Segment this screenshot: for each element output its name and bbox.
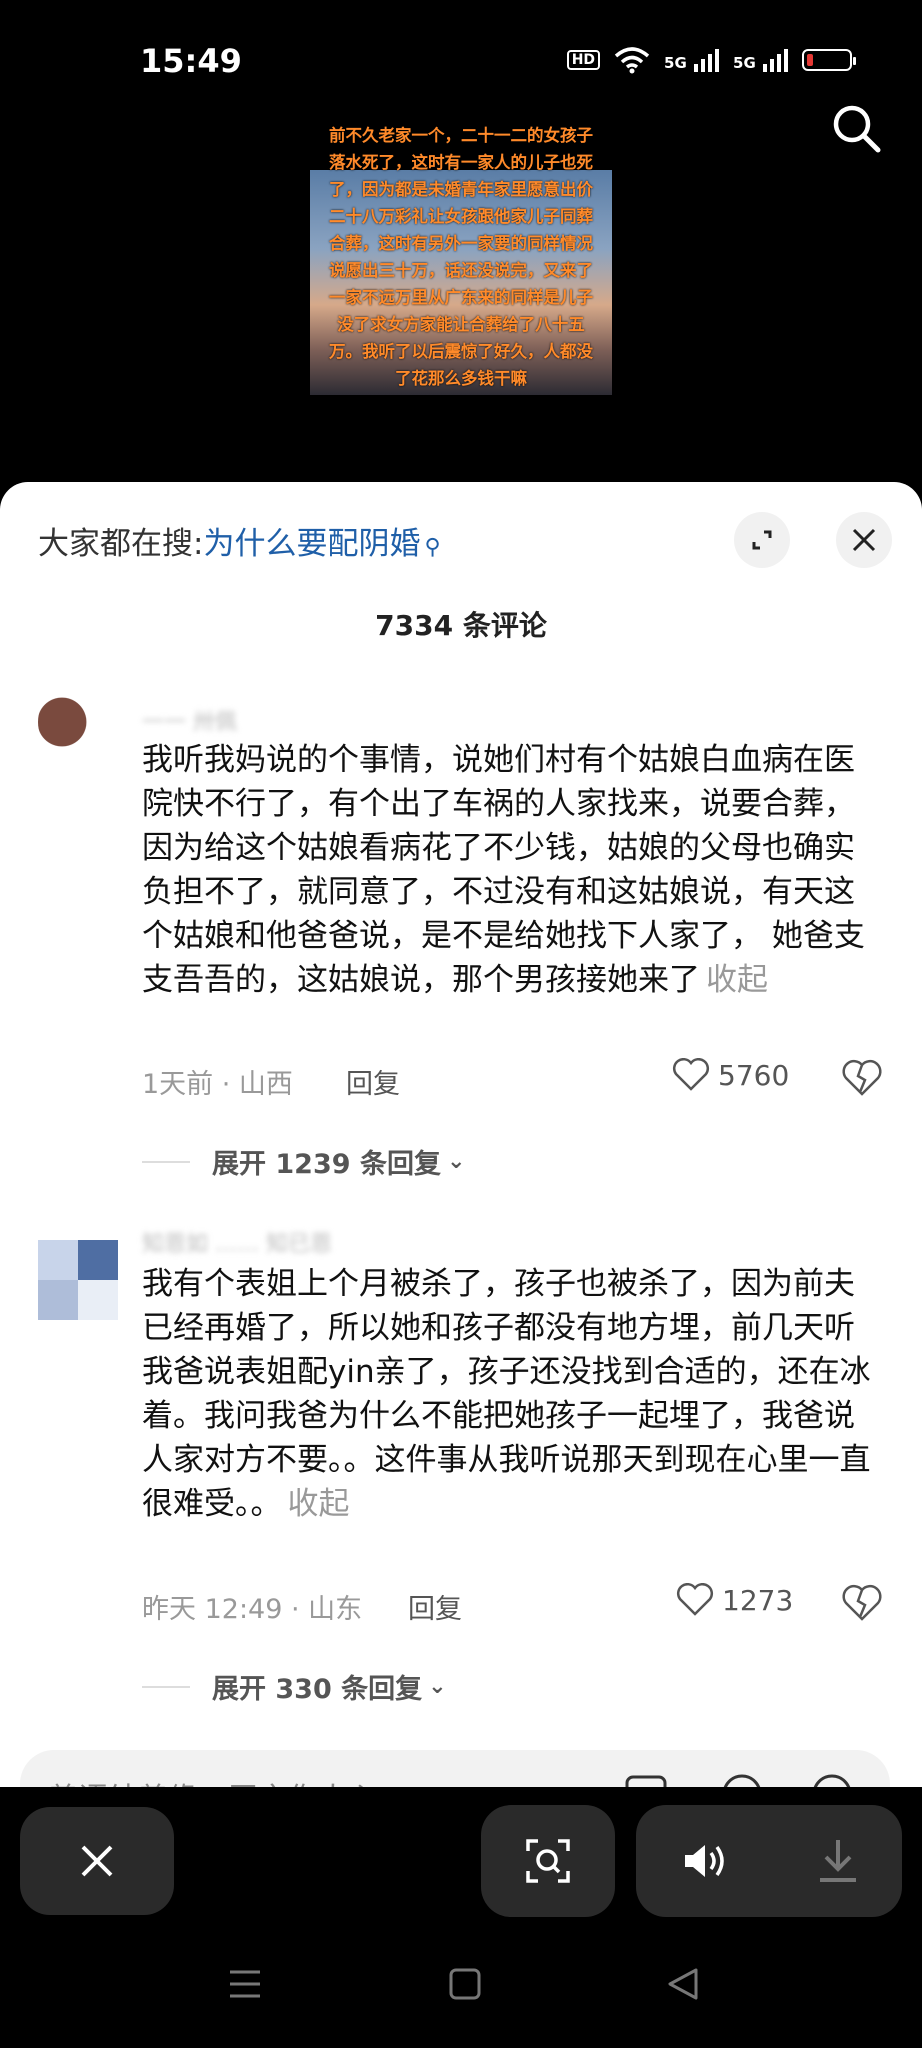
comment-text: 我听我妈说的个事情，说她们村有个姑娘白血病在医院快不行了，有个出了车祸的人家找来… (142, 738, 872, 1002)
scan-search-icon (526, 1839, 570, 1883)
expand-replies-button[interactable]: 展开 330 条回复 ⌄ (142, 1667, 447, 1706)
signal-2-icon: 5G (733, 48, 788, 72)
video-overlay-text: 前不久老家一个，二十一二的女孩子落水死了，这时有一家人的儿子也死了，因为都是未婚… (329, 126, 593, 388)
chevron-down-icon: ⌄ (446, 1149, 466, 1174)
close-icon (852, 528, 876, 552)
comment-body: 我听我妈说的个事情，说她们村有个姑娘白血病在医院快不行了，有个出了车祸的人家找来… (142, 742, 865, 998)
battery-icon (802, 49, 856, 71)
comment-meta: 1天前 · 山西 (142, 1069, 293, 1100)
expand-replies-label: 展开 330 条回复 (212, 1674, 423, 1705)
collapse-link[interactable]: 收起 (288, 1486, 350, 1522)
close-icon (81, 1845, 113, 1877)
close-sheet-button[interactable] (836, 512, 892, 568)
like-count: 1273 (722, 1583, 794, 1617)
hot-search-prefix: 大家都在搜: (38, 526, 204, 562)
wifi-icon (614, 47, 650, 74)
menu-icon[interactable] (228, 1967, 262, 2001)
hd-icon: HD (566, 50, 601, 70)
signal-2-label: 5G (733, 53, 756, 72)
comment-input[interactable]: 善语结善缘，恶言伤人心 (20, 1750, 890, 1787)
media-controls (636, 1805, 902, 1917)
comment-text: 我有个表姐上个月被杀了，孩子也被杀了，因为前夫已经再婚了，所以她和孩子都没有地方… (142, 1262, 872, 1526)
hot-search-query[interactable]: 为什么要配阴婚 (203, 526, 420, 562)
comment-author[interactable]: 一一 卅佩 (142, 704, 237, 736)
reply-button[interactable]: 回复 (346, 1062, 400, 1101)
heart-icon (673, 1058, 709, 1091)
expand-replies-label: 展开 1239 条回复 (212, 1149, 441, 1180)
dislike-icon[interactable] (840, 1056, 884, 1100)
mention-icon[interactable] (720, 1772, 764, 1787)
search-small-icon: ⚲ (424, 535, 441, 560)
search-icon[interactable] (828, 100, 884, 156)
image-search-button[interactable] (481, 1805, 615, 1917)
comment-meta: 昨天 12:49 · 山东 (142, 1594, 363, 1625)
comment-input-placeholder: 善语结善缘，恶言伤人心 (48, 1774, 378, 1787)
system-nav-bar (0, 1927, 922, 2048)
back-icon[interactable] (666, 1967, 700, 2001)
comment-sheet: 大家都在搜:为什么要配阴婚 ⚲ 7334 条评论 一一 卅佩 我听我妈说的个事情，… (0, 482, 922, 1787)
comment-count: 7334 条评论 (375, 609, 547, 642)
expand-replies-button[interactable]: 展开 1239 条回复 ⌄ (142, 1142, 465, 1181)
like-button[interactable]: 5760 (672, 1058, 789, 1092)
heart-icon (677, 1583, 713, 1616)
collapse-link[interactable]: 收起 (706, 962, 768, 998)
signal-1-icon: 5G (664, 48, 720, 72)
action-bar (0, 1787, 922, 1927)
avatar[interactable] (38, 682, 118, 762)
hot-search[interactable]: 大家都在搜:为什么要配阴婚 ⚲ (38, 518, 441, 563)
signal-1-label: 5G (664, 53, 687, 72)
chevron-down-icon: ⌄ (428, 1674, 447, 1699)
expand-icon (752, 530, 772, 550)
avatar[interactable] (38, 1240, 118, 1320)
image-icon[interactable] (624, 1774, 668, 1787)
home-icon[interactable] (448, 1967, 482, 2001)
status-icons: HD 5G 5G (566, 46, 856, 74)
download-icon[interactable] (818, 1838, 858, 1884)
status-bar: 15:49 HD 5G 5G (0, 0, 922, 120)
reply-button[interactable]: 回复 (408, 1587, 462, 1626)
volume-icon[interactable] (681, 1841, 729, 1881)
comment-body: 我有个表姐上个月被杀了，孩子也被杀了，因为前夫已经再婚了，所以她和孩子都没有地方… (142, 1266, 871, 1522)
comment-author[interactable]: 知恩如 …… 知已恩 (142, 1226, 332, 1258)
like-button[interactable]: 1273 (676, 1583, 793, 1617)
dislike-icon[interactable] (840, 1581, 884, 1625)
close-button[interactable] (20, 1807, 174, 1915)
emoji-icon[interactable] (810, 1772, 854, 1787)
status-time: 15:49 (140, 42, 242, 80)
expand-button[interactable] (734, 512, 790, 568)
like-count: 5760 (718, 1058, 790, 1092)
